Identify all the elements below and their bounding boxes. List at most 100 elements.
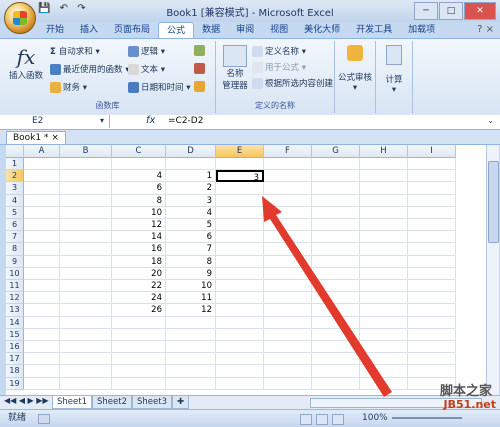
cell-h10[interactable] — [360, 267, 408, 280]
cell-b5[interactable] — [60, 206, 112, 219]
cell-i14[interactable] — [408, 316, 456, 329]
cell-f10[interactable] — [264, 267, 312, 280]
cell-a15[interactable] — [24, 328, 60, 341]
insert-sheet-tab[interactable]: ✚ — [172, 396, 190, 409]
cell-c10[interactable]: 20 — [112, 267, 166, 280]
create-from-selection-button[interactable]: 根据所选内容创建 — [252, 77, 333, 89]
cell-b13[interactable] — [60, 304, 112, 317]
expand-formula-icon[interactable]: ⌄ — [487, 116, 494, 125]
insert-function-button[interactable]: fx 插入函数 — [8, 45, 44, 81]
cell-b11[interactable] — [60, 280, 112, 293]
row-header-9[interactable]: 9 — [6, 255, 24, 268]
cell-h4[interactable] — [360, 194, 408, 207]
autosum-button[interactable]: Σ 自动求和 ▾ — [50, 45, 100, 57]
tab-formulas[interactable]: 公式 — [158, 22, 195, 39]
formula-input[interactable]: =C2-D2 — [168, 116, 203, 126]
cell-b14[interactable] — [60, 316, 112, 329]
cell-i7[interactable] — [408, 231, 456, 244]
cell-f18[interactable] — [264, 365, 312, 378]
cell-b9[interactable] — [60, 255, 112, 268]
cell-i15[interactable] — [408, 328, 456, 341]
row-header-5[interactable]: 5 — [6, 206, 24, 219]
cell-b19[interactable] — [60, 377, 112, 390]
row-header-17[interactable]: 17 — [6, 353, 24, 366]
column-header-g[interactable]: G — [312, 145, 360, 158]
cell-f19[interactable] — [264, 377, 312, 390]
column-header-a[interactable]: A — [24, 145, 60, 158]
cell-a6[interactable] — [24, 219, 60, 232]
cell-g9[interactable] — [312, 255, 360, 268]
tab-review[interactable]: 审阅 — [228, 22, 262, 38]
cell-d14[interactable] — [166, 316, 216, 329]
close-button[interactable]: ✕ — [464, 2, 496, 20]
cell-b15[interactable] — [60, 328, 112, 341]
sheet-tab-1[interactable]: Sheet1 — [52, 396, 92, 409]
row-header-16[interactable]: 16 — [6, 341, 24, 354]
cell-g15[interactable] — [312, 328, 360, 341]
cell-e18[interactable] — [216, 365, 264, 378]
spreadsheet-grid[interactable]: A B C D E F G H I 1 2 4 1 3 3 6 2 4 8 3 5 10 4 6 12 5 7 14 6 8 16 7 9 18 8… — [6, 145, 486, 395]
cell-i1[interactable] — [408, 158, 456, 171]
sheet-tab-2[interactable]: Sheet2 — [92, 396, 132, 409]
vertical-scrollbar[interactable] — [486, 145, 499, 395]
cell-h18[interactable] — [360, 365, 408, 378]
cell-a9[interactable] — [24, 255, 60, 268]
cell-i4[interactable] — [408, 194, 456, 207]
cell-f4[interactable] — [264, 194, 312, 207]
office-button[interactable] — [4, 2, 36, 34]
cell-d18[interactable] — [166, 365, 216, 378]
cell-h8[interactable] — [360, 243, 408, 256]
cell-g4[interactable] — [312, 194, 360, 207]
cell-e16[interactable] — [216, 341, 264, 354]
cell-h5[interactable] — [360, 206, 408, 219]
cell-d10[interactable]: 9 — [166, 267, 216, 280]
column-header-e[interactable]: E — [216, 145, 264, 158]
cell-h16[interactable] — [360, 341, 408, 354]
text-functions-button[interactable]: 文本 ▾ — [128, 63, 165, 75]
cell-c6[interactable]: 12 — [112, 219, 166, 232]
row-header-14[interactable]: 14 — [6, 316, 24, 329]
cell-h9[interactable] — [360, 255, 408, 268]
cell-i10[interactable] — [408, 267, 456, 280]
define-name-button[interactable]: 定义名称 ▾ — [252, 45, 306, 57]
cell-c3[interactable]: 6 — [112, 182, 166, 195]
cell-f15[interactable] — [264, 328, 312, 341]
row-header-10[interactable]: 10 — [6, 267, 24, 280]
cell-h13[interactable] — [360, 304, 408, 317]
cell-d13[interactable]: 12 — [166, 304, 216, 317]
cell-g10[interactable] — [312, 267, 360, 280]
cell-c14[interactable] — [112, 316, 166, 329]
cell-f6[interactable] — [264, 219, 312, 232]
fx-button[interactable]: fx — [146, 115, 155, 126]
row-header-2[interactable]: 2 — [6, 170, 24, 183]
cell-i8[interactable] — [408, 243, 456, 256]
cell-i3[interactable] — [408, 182, 456, 195]
cell-c4[interactable]: 8 — [112, 194, 166, 207]
cell-h3[interactable] — [360, 182, 408, 195]
tab-developer[interactable]: 开发工具 — [348, 22, 400, 38]
row-header-12[interactable]: 12 — [6, 292, 24, 305]
cell-d19[interactable] — [166, 377, 216, 390]
cell-g14[interactable] — [312, 316, 360, 329]
logical-button[interactable]: 逻辑 ▾ — [128, 45, 165, 57]
cell-f9[interactable] — [264, 255, 312, 268]
cell-g3[interactable] — [312, 182, 360, 195]
maximize-button[interactable]: □ — [439, 2, 463, 20]
cell-d17[interactable] — [166, 353, 216, 366]
cell-i12[interactable] — [408, 292, 456, 305]
cell-h6[interactable] — [360, 219, 408, 232]
cell-c11[interactable]: 22 — [112, 280, 166, 293]
cell-i16[interactable] — [408, 341, 456, 354]
cell-e5[interactable] — [216, 206, 264, 219]
cell-i11[interactable] — [408, 280, 456, 293]
cell-g2[interactable] — [312, 170, 360, 183]
cell-d8[interactable]: 7 — [166, 243, 216, 256]
column-header-b[interactable]: B — [60, 145, 112, 158]
cell-g17[interactable] — [312, 353, 360, 366]
cell-a13[interactable] — [24, 304, 60, 317]
row-header-18[interactable]: 18 — [6, 365, 24, 378]
cell-c17[interactable] — [112, 353, 166, 366]
column-header-d[interactable]: D — [166, 145, 216, 158]
cell-e12[interactable] — [216, 292, 264, 305]
cell-i18[interactable] — [408, 365, 456, 378]
